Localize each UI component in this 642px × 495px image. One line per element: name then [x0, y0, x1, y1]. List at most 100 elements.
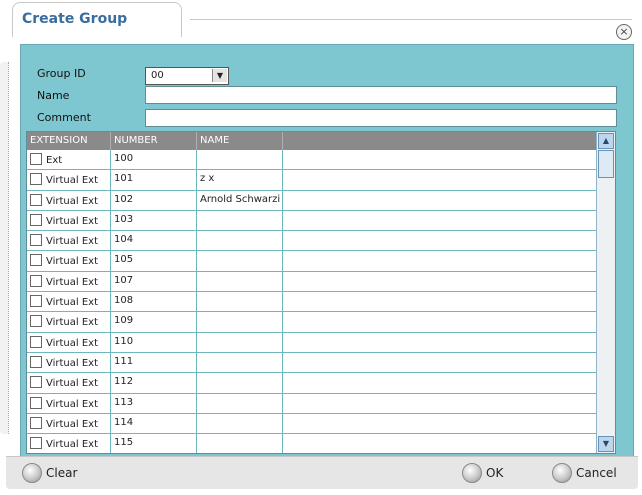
extension-cell: Virtual Ext — [27, 352, 111, 373]
row-checkbox[interactable] — [30, 213, 42, 226]
scroll-thumb[interactable] — [598, 150, 614, 178]
extension-cell: Virtual Ext — [27, 312, 111, 332]
blank-cell — [283, 413, 615, 434]
row-checkbox[interactable] — [30, 153, 42, 165]
number-cell: 108 — [111, 292, 197, 312]
column-header-extension[interactable]: EXTENSION — [27, 132, 111, 150]
blank-cell — [283, 150, 615, 170]
extension-type: Ext — [46, 155, 63, 166]
column-header-name[interactable]: NAME — [197, 132, 283, 150]
extension-type: Virtual Ext — [46, 398, 99, 410]
column-header-blank — [283, 132, 615, 150]
table-row[interactable]: Ext 100 — [27, 150, 615, 171]
ok-label: OK — [486, 466, 504, 480]
table-row[interactable]: Virtual Ext 114 — [27, 413, 615, 435]
row-checkbox[interactable] — [30, 396, 42, 409]
table-row[interactable]: Virtual Ext 108 — [27, 292, 615, 313]
ok-button[interactable]: OK — [462, 463, 503, 483]
row-checkbox[interactable] — [30, 416, 42, 429]
extension-cell: Virtual Ext — [27, 393, 111, 413]
name-field[interactable] — [145, 86, 617, 104]
table-row[interactable]: Virtual Ext 115 — [27, 434, 615, 453]
name-cell — [197, 434, 283, 453]
extension-type: Virtual Ext — [46, 439, 99, 451]
extension-type: Virtual Ext — [46, 337, 99, 349]
extension-type: Virtual Ext — [46, 317, 99, 329]
extension-type: Virtual Ext — [46, 175, 99, 187]
row-checkbox[interactable] — [30, 315, 42, 328]
extension-cell: Virtual Ext — [27, 413, 111, 434]
row-checkbox[interactable] — [30, 376, 42, 389]
cancel-orb-icon — [552, 463, 572, 483]
blank-cell — [283, 190, 615, 210]
name-cell — [197, 271, 283, 292]
comment-field[interactable] — [145, 109, 617, 127]
blank-cell — [283, 210, 615, 231]
number-cell: 101 — [111, 170, 197, 190]
number-cell: 100 — [111, 150, 197, 170]
group-id-value: 00 — [151, 70, 164, 81]
number-cell: 103 — [111, 210, 197, 231]
table-row[interactable]: Virtual Ext 110 — [27, 332, 615, 353]
row-checkbox[interactable] — [30, 274, 42, 287]
number-cell: 104 — [111, 231, 197, 251]
clear-orb-icon — [22, 463, 42, 483]
row-checkbox[interactable] — [30, 254, 42, 267]
comment-label: Comment — [37, 111, 91, 124]
scroll-up-icon[interactable]: ▲ — [598, 133, 614, 149]
name-label: Name — [37, 89, 70, 102]
number-cell: 102 — [111, 190, 197, 210]
table-row[interactable]: Virtual Ext 104 — [27, 231, 615, 252]
row-checkbox[interactable] — [30, 355, 42, 368]
table-row[interactable]: Virtual Ext 105 — [27, 251, 615, 272]
column-header-number[interactable]: NUMBER — [111, 132, 197, 150]
clear-button[interactable]: Clear — [22, 463, 77, 483]
row-checkbox[interactable] — [30, 437, 42, 450]
extension-type: Virtual Ext — [46, 256, 99, 268]
row-checkbox[interactable] — [30, 335, 42, 348]
extension-cell: Virtual Ext — [27, 170, 111, 190]
row-checkbox[interactable] — [30, 295, 42, 308]
extension-cell: Virtual Ext — [27, 231, 111, 251]
table-row[interactable]: Virtual Ext 113 — [27, 393, 615, 414]
name-cell — [197, 231, 283, 251]
extension-type: Virtual Ext — [46, 418, 99, 430]
scroll-down-icon[interactable]: ▼ — [598, 436, 614, 452]
blank-cell — [283, 352, 615, 373]
table-row[interactable]: Virtual Ext 102 Arnold Schwarzi — [27, 190, 615, 211]
close-icon[interactable]: × — [616, 24, 632, 40]
table-row[interactable]: Virtual Ext 109 — [27, 312, 615, 333]
row-checkbox[interactable] — [30, 234, 42, 247]
extension-table: EXTENSION NUMBER NAME Ext 100 Virtual Ext 1… — [26, 131, 616, 454]
name-cell — [197, 150, 283, 170]
chevron-down-icon[interactable]: ▼ — [212, 69, 227, 82]
number-cell: 105 — [111, 251, 197, 271]
blank-cell — [283, 434, 615, 453]
row-checkbox[interactable] — [30, 193, 42, 206]
group-id-select[interactable]: 00 ▼ — [145, 67, 229, 85]
name-cell — [197, 332, 283, 352]
row-checkbox[interactable] — [30, 173, 42, 186]
extension-cell: Ext — [27, 150, 111, 170]
vertical-scrollbar[interactable]: ▲ ▼ — [596, 132, 615, 453]
table-row[interactable]: Virtual Ext 103 — [27, 210, 615, 232]
extension-cell: Virtual Ext — [27, 210, 111, 231]
number-cell: 114 — [111, 413, 197, 434]
table-row[interactable]: Virtual Ext 111 — [27, 352, 615, 374]
dialog-frame: Create Group × Group ID 00 ▼ Name Commen… — [0, 0, 642, 495]
extension-type: Virtual Ext — [46, 236, 99, 248]
name-cell — [197, 373, 283, 393]
number-cell: 113 — [111, 393, 197, 413]
number-cell: 109 — [111, 312, 197, 332]
name-cell — [197, 352, 283, 373]
table-row[interactable]: Virtual Ext 107 — [27, 271, 615, 293]
extension-type: Virtual Ext — [46, 378, 99, 390]
blank-cell — [283, 393, 615, 413]
cancel-button[interactable]: Cancel — [552, 463, 617, 483]
blank-cell — [283, 292, 615, 312]
name-cell: Arnold Schwarzi — [197, 190, 283, 210]
group-id-label: Group ID — [37, 67, 86, 80]
table-row[interactable]: Virtual Ext 112 — [27, 373, 615, 394]
table-row[interactable]: Virtual Ext 101 z x — [27, 170, 615, 191]
number-cell: 115 — [111, 434, 197, 453]
